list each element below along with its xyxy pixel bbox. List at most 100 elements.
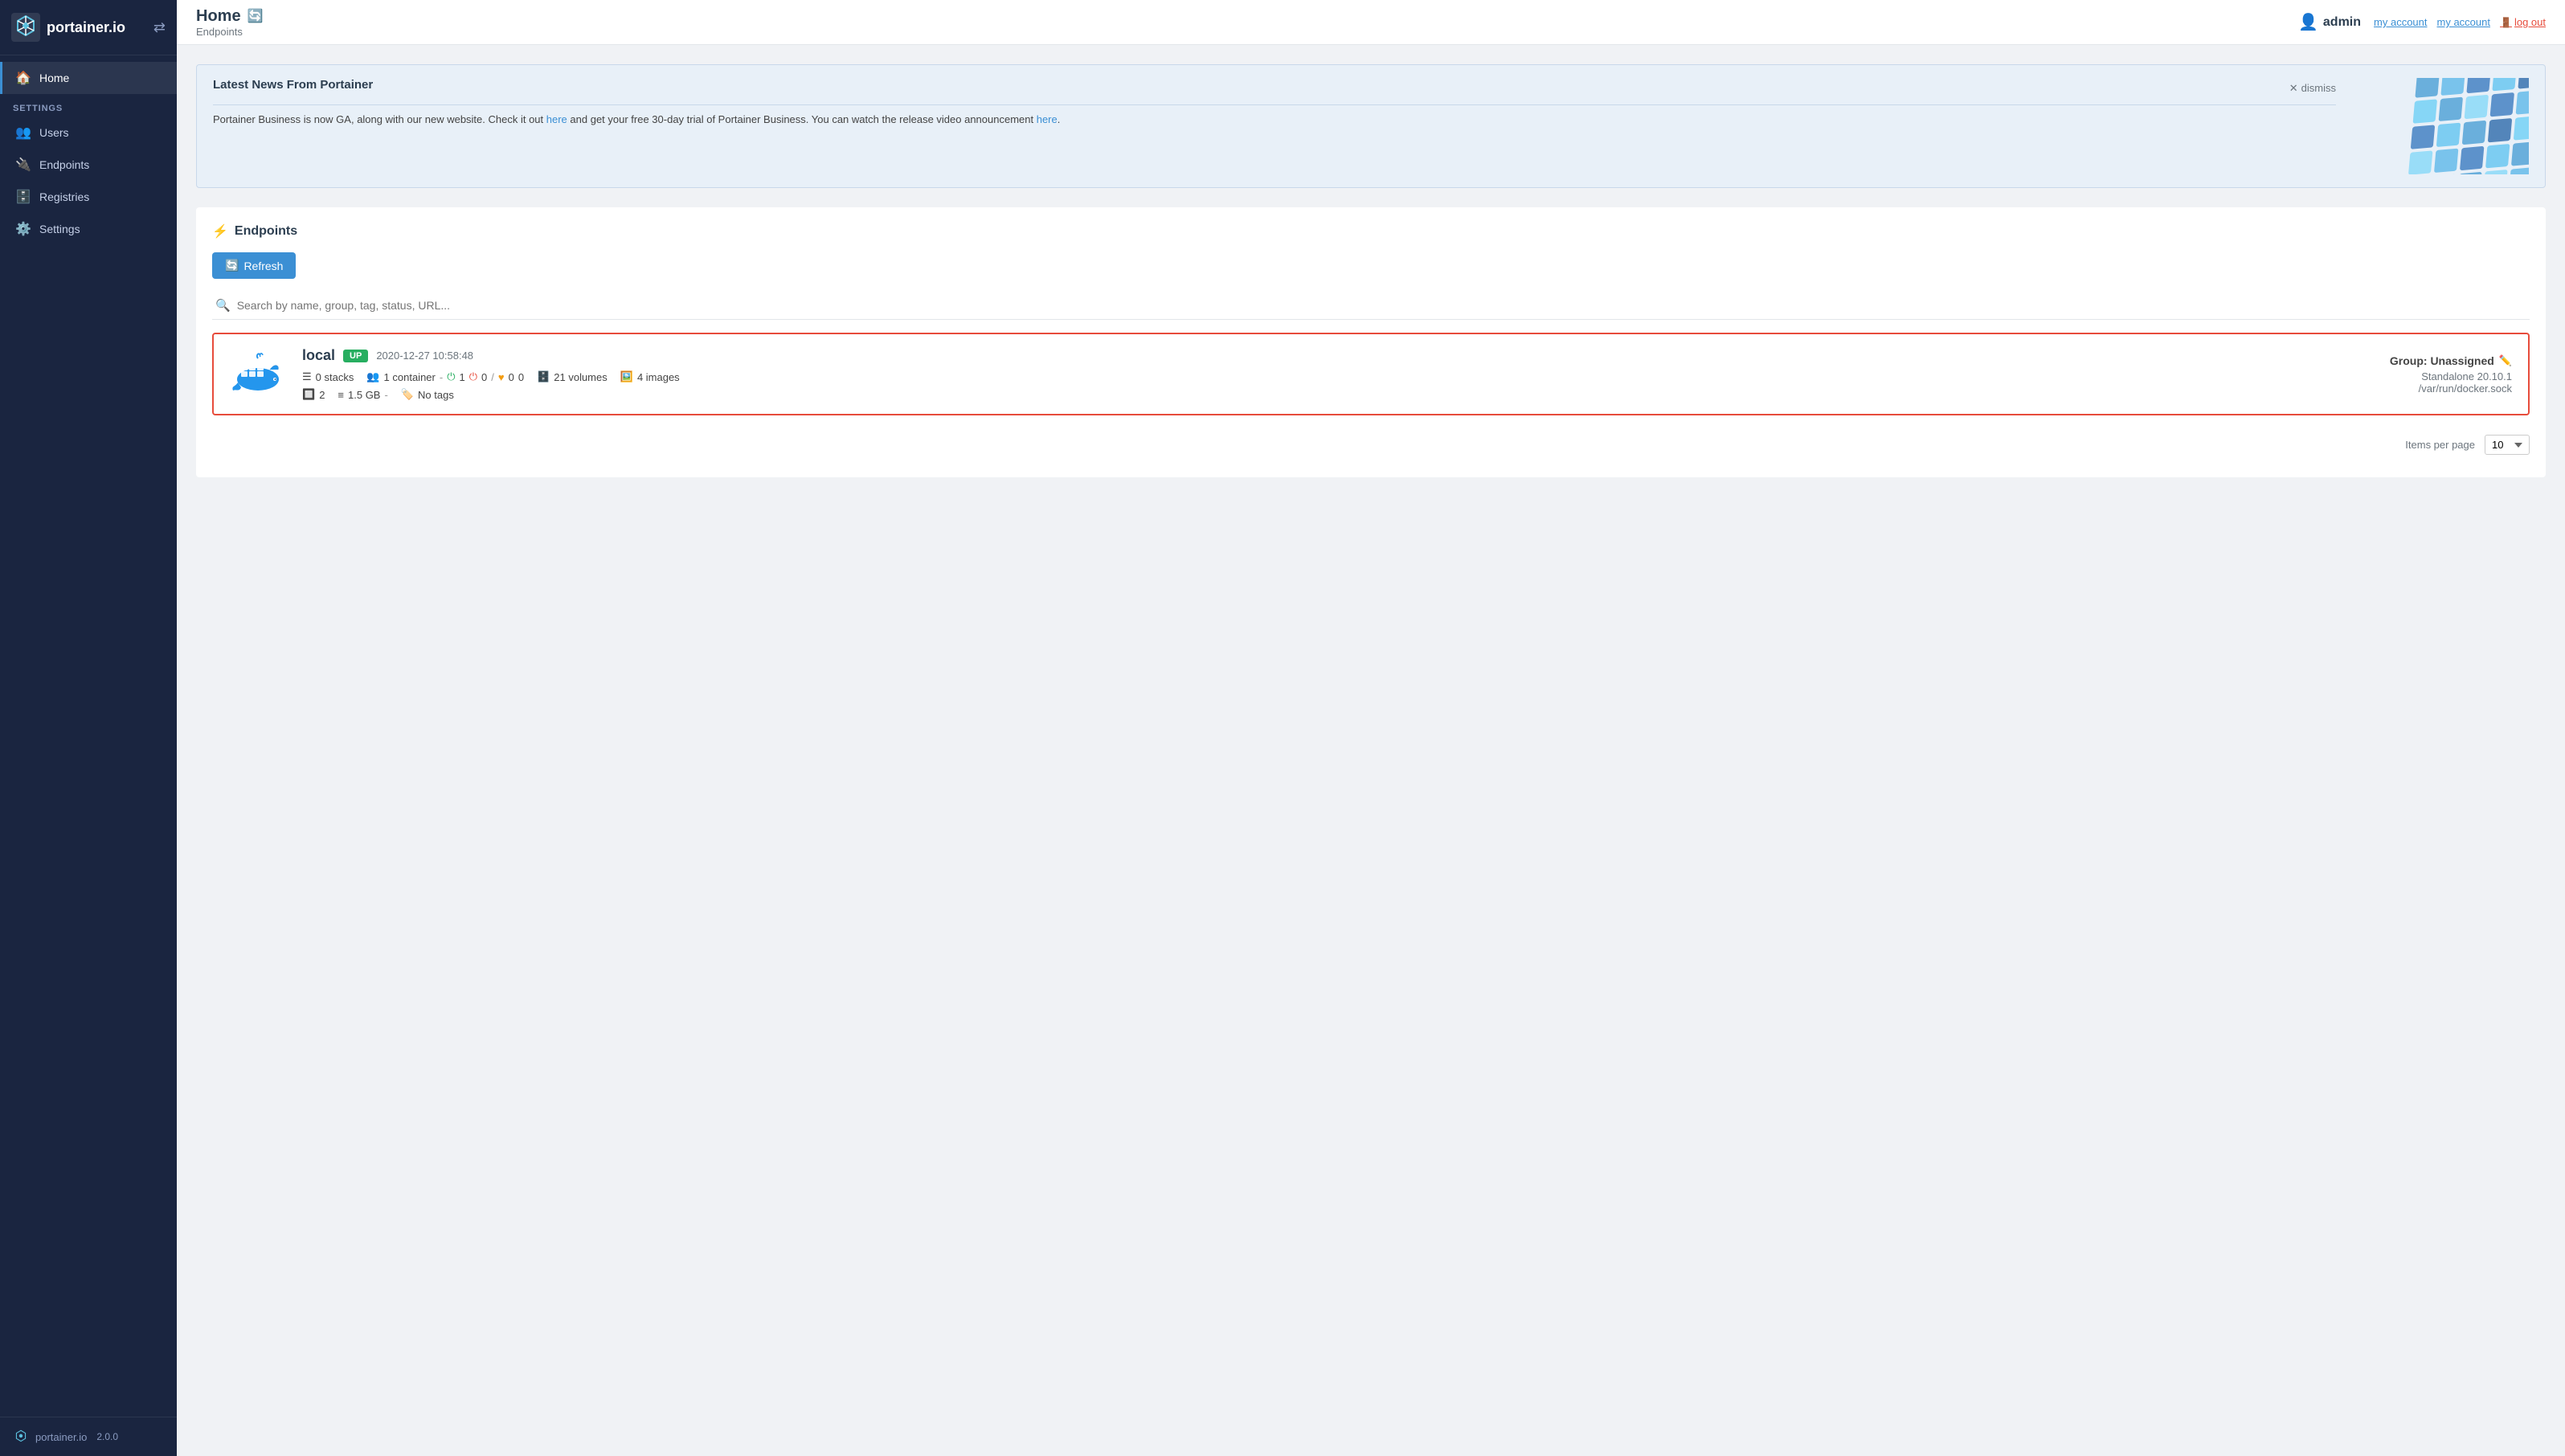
- news-link-1[interactable]: here: [546, 113, 567, 125]
- endpoint-standalone: Standalone 20.10.1: [2390, 370, 2512, 382]
- images-icon: 🖼️: [620, 370, 633, 383]
- sidebar-toggle-icon[interactable]: ⇄: [153, 19, 166, 36]
- logo: portainer.io: [11, 13, 125, 42]
- footer-row: Items per page 10 25 50 100: [212, 428, 2530, 461]
- sidebar-footer: portainer.io 2.0.0: [0, 1417, 177, 1456]
- stat-memory: ≡ 1.5 GB -: [338, 389, 387, 401]
- refresh-page-icon[interactable]: 🔄: [248, 8, 264, 24]
- endpoint-name: local: [302, 347, 335, 364]
- stat-volumes: 🗄️ 21 volumes: [537, 370, 608, 383]
- stat-containers: 👥 1 container - ⏻ 1 ⏻ 0 / ♥ 0 0: [366, 370, 524, 383]
- content-area: Latest News From Portainer ✕ dismiss Por…: [177, 45, 2565, 1456]
- endpoint-card[interactable]: local up 2020-12-27 10:58:48 ☰ 0 stacks …: [212, 333, 2530, 415]
- sidebar-logo-area: portainer.io ⇄: [0, 0, 177, 55]
- topbar-right: 👤 admin my account my account 🚪 log out: [2298, 12, 2546, 32]
- stopped-count: 0: [481, 371, 487, 383]
- cpu-icon: 🔲: [302, 388, 315, 401]
- dismiss-x-icon: ✕: [2289, 82, 2298, 95]
- endpoints-icon: 🔌: [15, 157, 31, 173]
- page-title: Home 🔄: [196, 7, 264, 26]
- sidebar: portainer.io ⇄ 🏠 Home SETTINGS 👥 Users 🔌…: [0, 0, 177, 1456]
- news-title-row: Latest News From Portainer ✕ dismiss: [213, 78, 2336, 98]
- images-count: 4 images: [637, 371, 680, 383]
- memory-icon: ≡: [338, 389, 344, 401]
- page-title-text: Home: [196, 7, 241, 26]
- page-subtitle: Endpoints: [196, 26, 264, 38]
- home-icon: 🏠: [15, 70, 31, 86]
- sidebar-item-settings-label: Settings: [39, 223, 80, 235]
- my-account-link[interactable]: my account: [2374, 16, 2427, 28]
- group-label: Group: Unassigned: [2390, 354, 2494, 367]
- unhealthy-count: 0: [518, 371, 524, 383]
- cpu-count: 2: [319, 389, 325, 401]
- sidebar-item-home-label: Home: [39, 72, 69, 84]
- cube-grid: [2406, 78, 2529, 174]
- endpoint-stats-2: 🔲 2 ≡ 1.5 GB - 🏷️ No tags: [302, 388, 2374, 401]
- settings-icon: ⚙️: [15, 221, 31, 237]
- search-bar: 🔍: [212, 292, 2530, 320]
- sidebar-item-registries-label: Registries: [39, 190, 89, 203]
- stacks-icon: ☰: [302, 370, 312, 383]
- my-account-text[interactable]: my account: [2437, 16, 2490, 28]
- refresh-icon: 🔄: [225, 259, 239, 272]
- tag-icon: 🏷️: [401, 388, 414, 401]
- volumes-icon: 🗄️: [537, 370, 550, 383]
- main-area: Home 🔄 Endpoints 👤 admin my account my a…: [177, 0, 2565, 1456]
- sidebar-item-endpoints-label: Endpoints: [39, 158, 89, 171]
- stat-tags: 🏷️ No tags: [401, 388, 454, 401]
- news-body: Portainer Business is now GA, along with…: [213, 112, 2336, 129]
- endpoints-section-icon: ⚡: [212, 223, 228, 239]
- endpoint-meta-group: Group: Unassigned ✏️: [2390, 354, 2512, 367]
- footer-portainer-icon: [13, 1429, 29, 1445]
- items-per-page-select[interactable]: 10 25 50 100: [2485, 435, 2530, 455]
- containers-label: 1 container: [384, 371, 436, 383]
- sidebar-item-settings[interactable]: ⚙️ Settings: [0, 213, 177, 245]
- sidebar-item-registries[interactable]: 🗄️ Registries: [0, 181, 177, 213]
- sidebar-nav: 🏠 Home SETTINGS 👥 Users 🔌 Endpoints 🗄️ R…: [0, 55, 177, 1417]
- sidebar-item-endpoints[interactable]: 🔌 Endpoints: [0, 149, 177, 181]
- endpoints-section-title: Endpoints: [235, 224, 297, 239]
- endpoint-name-row: local up 2020-12-27 10:58:48: [302, 347, 2374, 364]
- endpoint-timestamp: 2020-12-27 10:58:48: [376, 350, 473, 362]
- news-banner: Latest News From Portainer ✕ dismiss Por…: [196, 64, 2546, 188]
- news-title: Latest News From Portainer: [213, 78, 2289, 98]
- stat-images: 🖼️ 4 images: [620, 370, 680, 383]
- stat-stacks: ☰ 0 stacks: [302, 370, 354, 383]
- news-dismiss-button[interactable]: ✕ dismiss: [2289, 82, 2336, 95]
- sidebar-item-users[interactable]: 👥 Users: [0, 117, 177, 149]
- footer-version: 2.0.0: [96, 1431, 118, 1442]
- news-graphic: [2352, 78, 2529, 174]
- topbar-left: Home 🔄 Endpoints: [196, 7, 264, 38]
- dismiss-label: dismiss: [2301, 82, 2336, 94]
- sidebar-item-users-label: Users: [39, 126, 69, 139]
- status-badge: up: [343, 350, 368, 362]
- search-input[interactable]: [237, 299, 2526, 312]
- endpoint-meta: Group: Unassigned ✏️ Standalone 20.10.1 …: [2390, 354, 2512, 395]
- endpoints-section: ⚡ Endpoints 🔄 Refresh 🔍: [196, 207, 2546, 477]
- news-content: Latest News From Portainer ✕ dismiss Por…: [213, 78, 2336, 129]
- volumes-count: 21 volumes: [554, 371, 607, 383]
- endpoint-logo: [230, 352, 286, 397]
- stacks-count: 0 stacks: [316, 371, 354, 383]
- running-count: 1: [460, 371, 465, 383]
- stopped-dot: ⏻: [469, 370, 477, 383]
- topbar: Home 🔄 Endpoints 👤 admin my account my a…: [177, 0, 2565, 45]
- healthy-dot: ♥: [498, 371, 505, 383]
- logout-label: log out: [2514, 16, 2546, 28]
- user-display: 👤 admin: [2298, 12, 2361, 32]
- running-dot: ⏻: [447, 370, 455, 383]
- username-label: admin: [2323, 15, 2361, 30]
- endpoint-socket: /var/run/docker.sock: [2390, 382, 2512, 395]
- logo-text: portainer.io: [47, 19, 125, 36]
- edit-group-icon[interactable]: ✏️: [2499, 354, 2512, 367]
- sidebar-item-home[interactable]: 🏠 Home: [0, 62, 177, 94]
- topbar-links: my account my account 🚪 log out: [2374, 16, 2546, 28]
- tags-label: No tags: [418, 389, 454, 401]
- registries-icon: 🗄️: [15, 189, 31, 205]
- logout-link[interactable]: 🚪 log out: [2500, 16, 2546, 28]
- logout-icon: 🚪: [2500, 17, 2512, 28]
- refresh-button[interactable]: 🔄 Refresh: [212, 252, 296, 279]
- footer-logo-text: portainer.io: [35, 1431, 87, 1443]
- news-link-2[interactable]: here: [1037, 113, 1058, 125]
- docker-whale-icon: [230, 352, 286, 397]
